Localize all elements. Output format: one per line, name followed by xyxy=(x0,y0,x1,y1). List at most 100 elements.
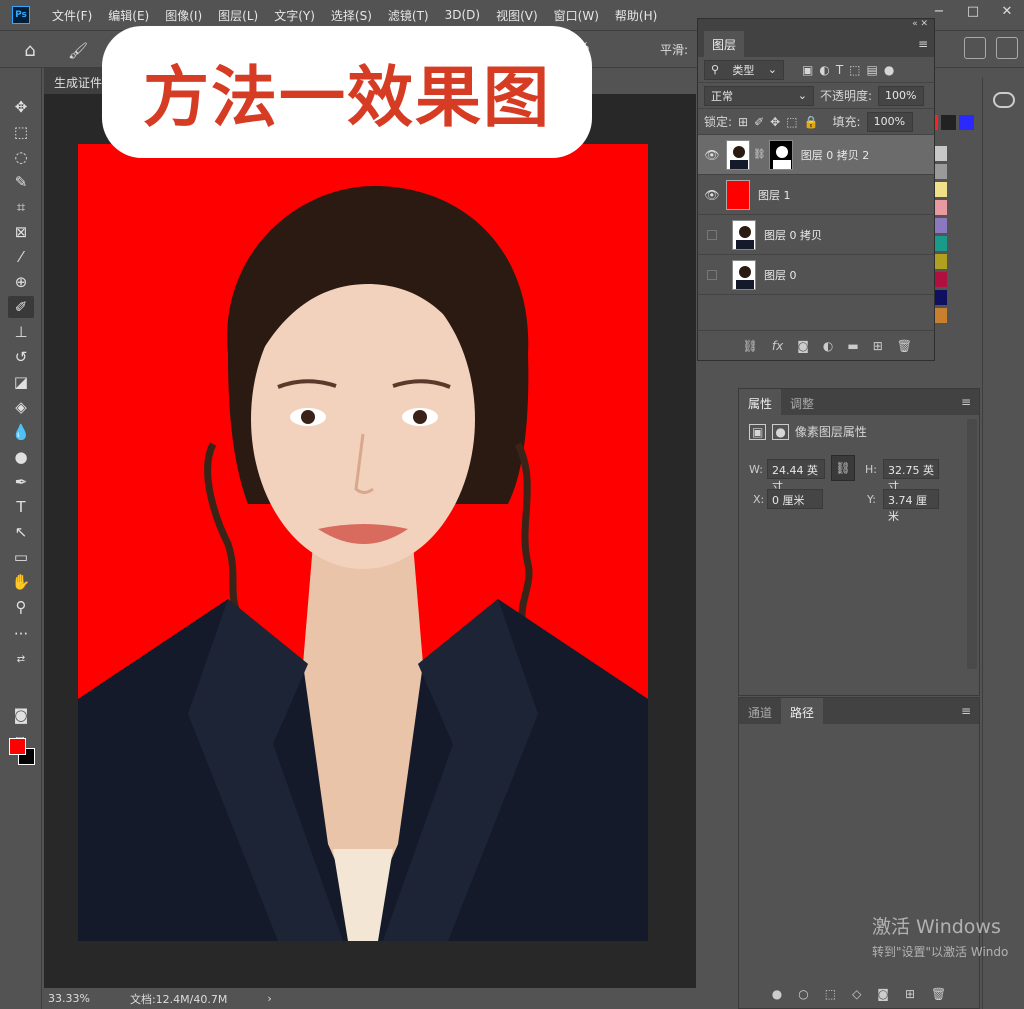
rectangle-tool-icon[interactable]: ▭ xyxy=(8,546,34,568)
scrollbar[interactable] xyxy=(967,419,977,669)
frame-tool-icon[interactable]: ⊠ xyxy=(8,221,34,243)
width-field[interactable]: 24.44 英寸 xyxy=(767,459,825,493)
shape-filter-icon[interactable]: ⬚ xyxy=(849,63,860,77)
maximize-button[interactable]: □ xyxy=(956,0,990,22)
brush-tool-icon[interactable]: ✐ xyxy=(8,296,34,318)
trash-icon[interactable]: 🗑 xyxy=(931,987,946,1001)
home-icon[interactable]: ⌂ xyxy=(12,37,48,63)
menu-3d[interactable]: 3D(D) xyxy=(437,8,488,22)
tab-paths[interactable]: 路径 xyxy=(781,698,824,724)
menu-layer[interactable]: 图层(L) xyxy=(210,7,266,24)
visibility-eye-icon[interactable]: 👁 xyxy=(698,148,726,162)
mask-link-icon[interactable]: ⛓ xyxy=(753,149,766,160)
menu-file[interactable]: 文件(F) xyxy=(44,7,100,24)
creative-cloud-icon[interactable] xyxy=(993,92,1015,108)
blend-mode-select[interactable]: 正常 ⌄ xyxy=(704,85,814,106)
layer-name[interactable]: 图层 0 拷贝 2 xyxy=(801,147,870,163)
zoom-level[interactable]: 33.33% xyxy=(48,992,90,1005)
lasso-tool-icon[interactable]: ◌ xyxy=(8,146,34,168)
layer-name[interactable]: 图层 0 拷贝 xyxy=(764,227,822,243)
visibility-off-box[interactable] xyxy=(707,229,717,240)
fill-path-icon[interactable]: ● xyxy=(772,987,782,1001)
swatch-silver[interactable] xyxy=(935,146,947,161)
filter-toggle-icon[interactable]: ● xyxy=(884,63,894,77)
eraser-tool-icon[interactable]: ◪ xyxy=(8,371,34,393)
share-icon[interactable] xyxy=(996,37,1018,59)
layer-name[interactable]: 图层 0 xyxy=(764,267,797,283)
new-layer-icon[interactable]: ⊞ xyxy=(873,339,883,353)
folder-icon[interactable]: ▬ xyxy=(847,339,858,353)
fx-icon[interactable]: fx xyxy=(772,339,783,353)
swap-colors-icon[interactable]: ⇄ xyxy=(8,648,34,670)
swatch-blue[interactable] xyxy=(959,115,974,130)
link-icon[interactable]: ⛓ xyxy=(743,339,758,353)
smart-object-filter-icon[interactable]: ▤ xyxy=(867,63,878,77)
swatch-red[interactable] xyxy=(935,115,938,130)
swatch-orange[interactable] xyxy=(935,308,947,323)
quick-mask-icon[interactable]: ◙ xyxy=(8,704,34,726)
type-tool-icon[interactable]: T xyxy=(8,496,34,518)
menu-edit[interactable]: 编辑(E) xyxy=(100,7,157,24)
opacity-input[interactable]: 100% xyxy=(878,85,925,106)
visibility-off-box[interactable] xyxy=(707,269,717,280)
lock-artboard-icon[interactable]: ⬚ xyxy=(786,115,797,129)
trash-icon[interactable]: 🗑 xyxy=(897,339,912,353)
swatch-purple[interactable] xyxy=(935,218,947,233)
menu-filter[interactable]: 滤镜(T) xyxy=(380,7,437,24)
add-mask-icon[interactable]: ◙ xyxy=(877,987,889,1001)
eyedropper-tool-icon[interactable]: ⁄ xyxy=(8,246,34,268)
dodge-tool-icon[interactable]: ● xyxy=(8,446,34,468)
make-path-icon[interactable]: ◇ xyxy=(852,987,861,1001)
lock-position-icon[interactable]: ✥ xyxy=(770,115,780,129)
marquee-tool-icon[interactable]: ⬚ xyxy=(8,121,34,143)
load-selection-icon[interactable]: ⬚ xyxy=(825,987,836,1001)
id-photo[interactable] xyxy=(78,144,648,941)
lock-all-icon[interactable]: 🔒 xyxy=(804,115,819,129)
tab-channels[interactable]: 通道 xyxy=(739,698,781,724)
menu-help[interactable]: 帮助(H) xyxy=(607,7,665,24)
brush-preset-icon[interactable]: 🖌 xyxy=(58,38,98,62)
tab-layers[interactable]: 图层 xyxy=(704,30,745,58)
layer-row[interactable]: 👁 图层 1 xyxy=(698,175,934,215)
swatch-olive[interactable] xyxy=(935,254,947,269)
quick-select-tool-icon[interactable]: ✎ xyxy=(8,171,34,193)
panel-menu-icon[interactable]: ≡ xyxy=(953,698,979,724)
lock-pixels-icon[interactable]: ✐ xyxy=(754,115,764,129)
visibility-eye-icon[interactable]: 👁 xyxy=(698,188,726,202)
workspace-icon[interactable] xyxy=(964,37,986,59)
menu-select[interactable]: 选择(S) xyxy=(323,7,380,24)
mask-mode-icon[interactable]: ● xyxy=(772,423,789,440)
crop-tool-icon[interactable]: ⌗ xyxy=(8,196,34,218)
menu-view[interactable]: 视图(V) xyxy=(488,7,546,24)
menu-image[interactable]: 图像(I) xyxy=(157,7,210,24)
mask-icon[interactable]: ◙ xyxy=(797,339,809,353)
layer-row[interactable]: 图层 0 拷贝 xyxy=(698,215,934,255)
more-tools-icon[interactable]: ··· xyxy=(8,623,34,645)
blur-tool-icon[interactable]: 💧 xyxy=(8,421,34,443)
pen-tool-icon[interactable]: ✒ xyxy=(8,471,34,493)
chevron-right-icon[interactable]: › xyxy=(267,992,271,1005)
zoom-tool-icon[interactable]: ⚲ xyxy=(8,596,34,618)
fill-input[interactable]: 100% xyxy=(866,111,913,132)
swatch-yellow[interactable] xyxy=(935,182,947,197)
menu-type[interactable]: 文字(Y) xyxy=(266,7,323,24)
swatch-navy[interactable] xyxy=(935,290,947,305)
tab-adjustments[interactable]: 调整 xyxy=(781,389,823,415)
tab-properties[interactable]: 属性 xyxy=(739,389,782,415)
layer-filter-select[interactable]: ⚲ 类型 ⌄ xyxy=(704,59,784,80)
paint-bucket-tool-icon[interactable]: ◈ xyxy=(8,396,34,418)
move-tool-icon[interactable]: ✥ xyxy=(8,96,34,118)
pixel-filter-icon[interactable]: ▣ xyxy=(802,63,813,77)
y-field[interactable]: 3.74 厘米 xyxy=(883,489,939,523)
adjustment-icon[interactable]: ◐ xyxy=(823,339,833,353)
swatch-crimson[interactable] xyxy=(935,272,947,287)
swatch-black[interactable] xyxy=(941,115,956,130)
swatch-gray[interactable] xyxy=(935,164,947,179)
new-path-icon[interactable]: ⊞ xyxy=(905,987,915,1001)
layer-name[interactable]: 图层 1 xyxy=(758,187,791,203)
panel-menu-icon[interactable]: ≡ xyxy=(953,389,979,415)
swatch-pink[interactable] xyxy=(935,200,947,215)
height-field[interactable]: 32.75 英寸 xyxy=(883,459,939,493)
path-select-tool-icon[interactable]: ↖ xyxy=(8,521,34,543)
type-filter-icon[interactable]: T xyxy=(836,63,843,77)
